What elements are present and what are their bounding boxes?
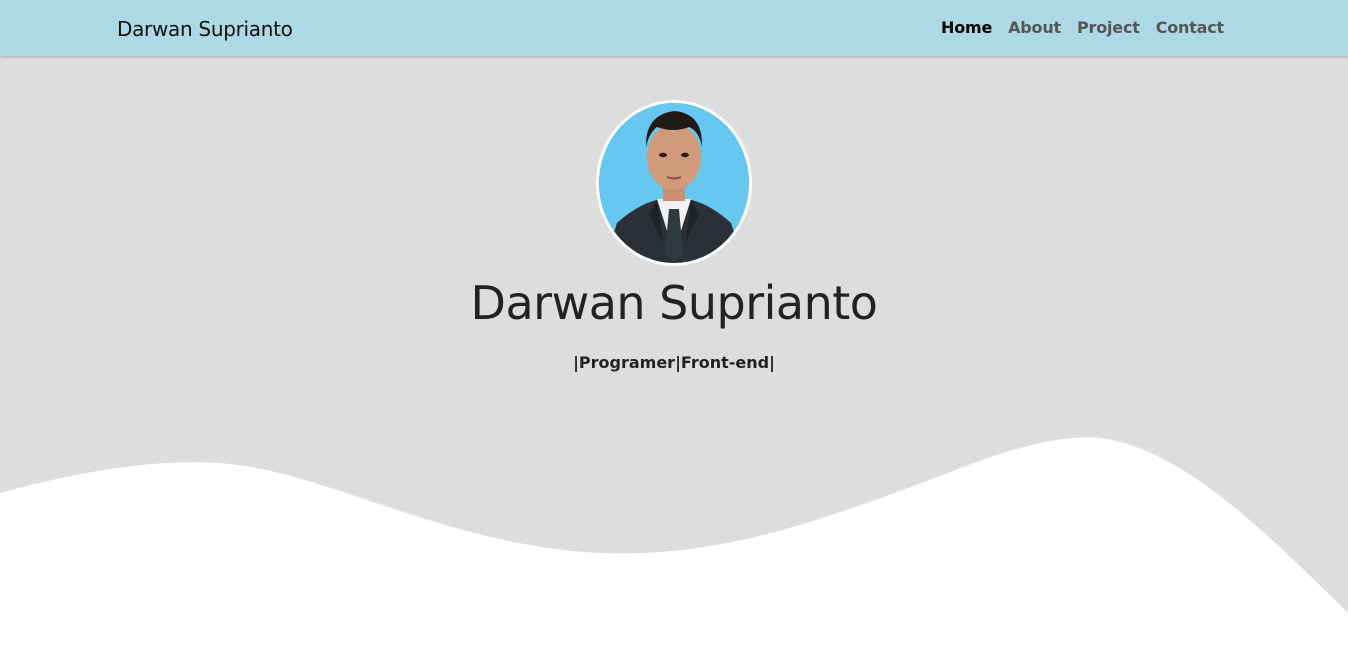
nav-links: Home About Project Contact — [941, 18, 1224, 37]
nav-link-about[interactable]: About — [1008, 18, 1061, 37]
nav-link-home[interactable]: Home — [941, 18, 992, 37]
nav-link-contact[interactable]: Contact — [1156, 18, 1225, 37]
hero-section: Darwan Suprianto |Programer|Front-end| — [0, 56, 1348, 648]
hero-subtitle: |Programer|Front-end| — [573, 353, 775, 372]
brand-link[interactable]: Darwan Suprianto — [117, 17, 293, 41]
wave-divider — [0, 437, 1348, 648]
hero-name: Darwan Suprianto — [470, 276, 878, 330]
nav-link-project[interactable]: Project — [1077, 18, 1140, 37]
profile-photo-illustration — [599, 103, 749, 263]
navbar: Darwan Suprianto Home About Project Cont… — [0, 0, 1348, 56]
profile-photo — [596, 100, 752, 266]
